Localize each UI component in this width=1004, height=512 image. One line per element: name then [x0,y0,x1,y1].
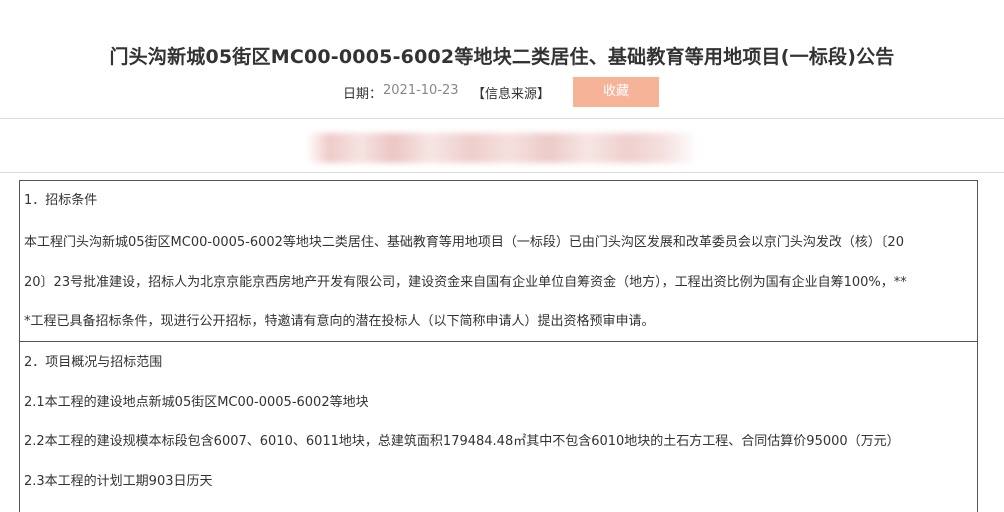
section-heading: 1．招标条件 [24,193,98,208]
announcement-page: 门头沟新城05街区MC00-0005-6002等地块二类居住、基础教育等用地项目… [0,0,1004,512]
divider [0,172,1004,173]
announcement-header: 门头沟新城05街区MC00-0005-6002等地块二类居住、基础教育等用地项目… [0,0,1004,118]
section-bidding-conditions: 1．招标条件 本工程门头沟新城05街区MC00-0005-6002等地块二类居住… [20,181,977,342]
info-source-link[interactable]: 【信息来源】 [472,83,550,102]
paragraph-line: 2.1本工程的建设地点新城05街区MC00-0005-6002等地块 [24,395,369,410]
paragraph-line: 本工程门头沟新城05街区MC00-0005-6002等地块二类居住、基础教育等用… [24,235,904,250]
paragraph-line: 2.2本工程的建设规模本标段包含6007、6010、6011地块，总建筑面积17… [24,434,900,449]
paragraph-line: *工程已具备招标条件，现进行公开招标，特邀请有意向的潜在投标人（以下简称申请人）… [24,314,655,329]
date-value: 2021-10-23 [383,83,459,98]
paragraph-line: 2.3本工程的计划工期903日历天 [24,474,213,489]
section-project-overview: 2．项目概况与招标范围 2.1本工程的建设地点新城05街区MC00-0005-6… [20,342,977,512]
paragraph-line: 20〕23号批准建设，招标人为北京京能京西房地产开发有限公司，建设资金来自国有企… [24,275,907,290]
redacted-text-blur [306,133,698,163]
page-title: 门头沟新城05街区MC00-0005-6002等地块二类居住、基础教育等用地项目… [109,46,895,68]
favorite-button[interactable]: 收藏 [573,77,659,107]
meta-row: 日期： 2021-10-23 【信息来源】 收藏 [0,77,1004,109]
section-heading: 2．项目概况与招标范围 [24,355,163,370]
content-table: 1．招标条件 本工程门头沟新城05街区MC00-0005-6002等地块二类居住… [19,180,978,512]
divider [0,118,1004,119]
date-label: 日期： [343,87,383,102]
